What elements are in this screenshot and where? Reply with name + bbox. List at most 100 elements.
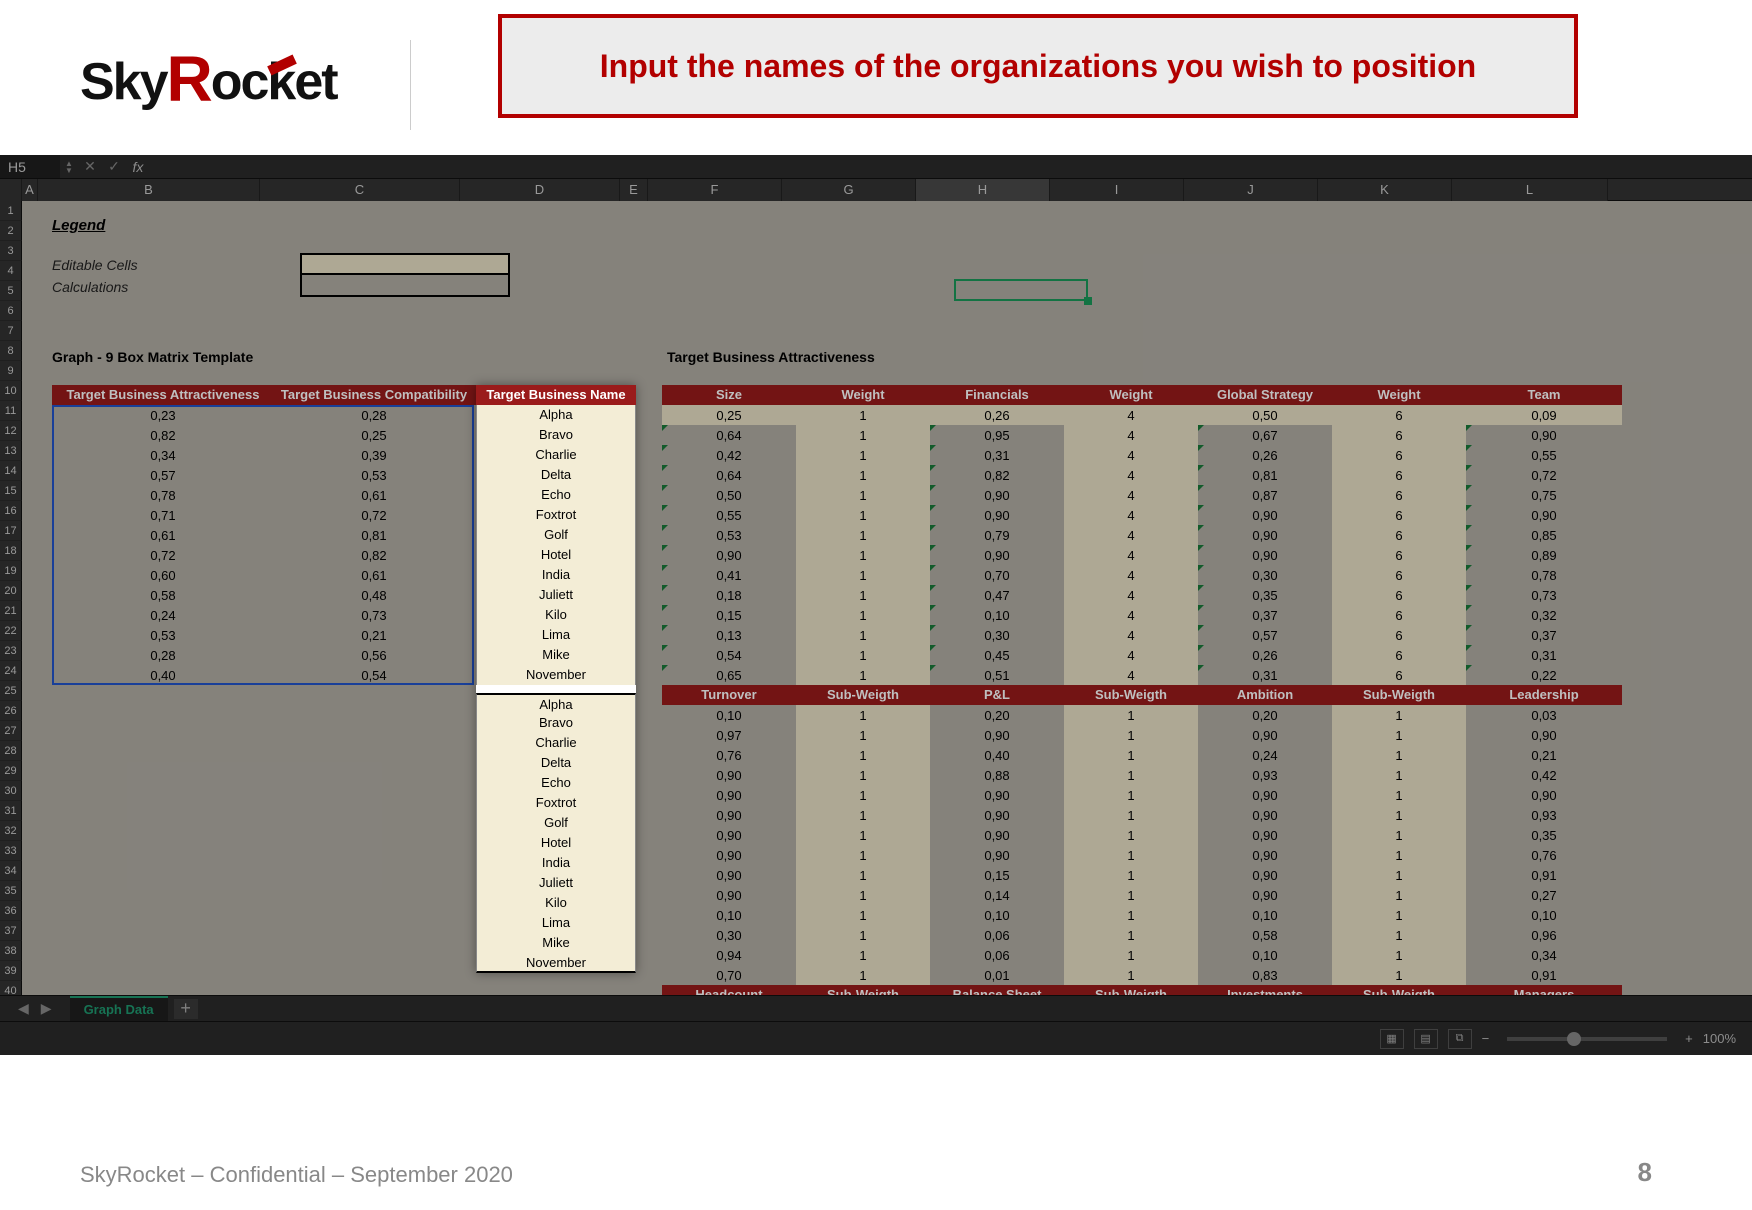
cell[interactable]: 0,30 [1198, 565, 1332, 585]
column-header-H[interactable]: H [916, 179, 1050, 201]
cell[interactable]: 0,76 [662, 745, 796, 765]
column-header-J[interactable]: J [1184, 179, 1318, 201]
cell[interactable]: 0,34 [1466, 945, 1622, 965]
cell[interactable]: 0,47 [930, 585, 1064, 605]
cell[interactable]: 0,90 [662, 885, 796, 905]
column-headers[interactable]: ABCDEFGHIJKL [0, 179, 1752, 201]
business-name-cell[interactable]: India [476, 565, 636, 585]
cell[interactable]: 0,78 [52, 485, 274, 505]
cell[interactable]: 1 [796, 945, 930, 965]
cell[interactable]: 1 [796, 625, 930, 645]
cell[interactable]: 0,09 [1466, 405, 1622, 425]
column-header-G[interactable]: G [782, 179, 916, 201]
cell[interactable]: 0,90 [662, 765, 796, 785]
row-header-14[interactable]: 14 [0, 461, 22, 481]
cell[interactable]: 0,42 [662, 445, 796, 465]
cell[interactable]: 0,90 [930, 785, 1064, 805]
cell[interactable]: 0,90 [930, 805, 1064, 825]
column-header-L[interactable]: L [1452, 179, 1608, 201]
business-name-cell[interactable]: Lima [476, 913, 636, 933]
row-header-31[interactable]: 31 [0, 801, 22, 821]
column-header-I[interactable]: I [1050, 179, 1184, 201]
cell[interactable]: 0,95 [930, 425, 1064, 445]
business-name-cell[interactable]: Alpha [476, 693, 636, 713]
cell[interactable]: 0,90 [662, 845, 796, 865]
cell[interactable]: 6 [1332, 465, 1466, 485]
cell[interactable]: 1 [1332, 785, 1466, 805]
cell[interactable]: 1 [1064, 705, 1198, 725]
highlighted-names-column[interactable]: Target Business NameAlphaBravoCharlieDel… [476, 385, 636, 973]
sheet-tab-active[interactable]: Graph Data [70, 996, 168, 1021]
cell[interactable]: 0,21 [1466, 745, 1622, 765]
cell[interactable]: 0,40 [52, 665, 274, 685]
cell[interactable]: 1 [796, 785, 930, 805]
cell[interactable]: 1 [1332, 945, 1466, 965]
column-header-K[interactable]: K [1318, 179, 1452, 201]
cell[interactable]: 1 [796, 925, 930, 945]
cell[interactable]: 1 [1064, 965, 1198, 985]
cell[interactable]: 0,25 [274, 425, 474, 445]
business-name-cell[interactable]: Golf [476, 525, 636, 545]
cell[interactable]: 0,24 [52, 605, 274, 625]
cell[interactable]: 0,31 [1466, 645, 1622, 665]
cell[interactable]: 1 [1064, 765, 1198, 785]
row-header-10[interactable]: 10 [0, 381, 22, 401]
cell[interactable]: 0,01 [930, 965, 1064, 985]
cell[interactable]: 0,10 [1466, 905, 1622, 925]
cell[interactable]: 0,72 [1466, 465, 1622, 485]
cell[interactable]: 0,10 [662, 705, 796, 725]
cell[interactable]: 1 [1064, 925, 1198, 945]
cell[interactable]: 0,70 [662, 965, 796, 985]
row-header-22[interactable]: 22 [0, 621, 22, 641]
row-header-24[interactable]: 24 [0, 661, 22, 681]
cell[interactable]: 0,90 [930, 505, 1064, 525]
cell[interactable]: 1 [1332, 845, 1466, 865]
view-pagebreak-icon[interactable]: ⧉ [1448, 1029, 1472, 1049]
business-name-cell[interactable]: Juliett [476, 873, 636, 893]
cell[interactable]: 0,24 [1198, 745, 1332, 765]
cell[interactable]: 1 [796, 865, 930, 885]
cell[interactable]: 1 [1064, 745, 1198, 765]
right-top-table[interactable]: 0,2510,2640,5060,090,6410,9540,6760,900,… [662, 405, 1622, 685]
cell[interactable]: 0,31 [1198, 665, 1332, 685]
cell[interactable]: 0,54 [662, 645, 796, 665]
row-header-4[interactable]: 4 [0, 261, 22, 281]
cell[interactable]: 1 [796, 565, 930, 585]
row-header-16[interactable]: 16 [0, 501, 22, 521]
business-name-cell[interactable]: Mike [476, 645, 636, 665]
cell[interactable]: 0,03 [1466, 705, 1622, 725]
cell[interactable]: 0,90 [1198, 725, 1332, 745]
business-name-cell[interactable]: Echo [476, 773, 636, 793]
cell[interactable]: 0,75 [1466, 485, 1622, 505]
cell[interactable]: 0,23 [52, 405, 274, 425]
cell[interactable]: 4 [1064, 405, 1198, 425]
cell[interactable]: 0,14 [930, 885, 1064, 905]
cell[interactable]: 0,26 [1198, 645, 1332, 665]
row-header-27[interactable]: 27 [0, 721, 22, 741]
cell[interactable]: 1 [1064, 905, 1198, 925]
cell[interactable]: 6 [1332, 665, 1466, 685]
cell[interactable]: 4 [1064, 665, 1198, 685]
cell[interactable]: 1 [796, 725, 930, 745]
cell[interactable]: 0,82 [274, 545, 474, 565]
row-header-19[interactable]: 19 [0, 561, 22, 581]
cell[interactable]: 1 [1064, 785, 1198, 805]
cell[interactable]: 0,82 [52, 425, 274, 445]
cell[interactable]: 1 [796, 425, 930, 445]
cell[interactable]: 1 [1064, 945, 1198, 965]
cell[interactable]: 0,20 [1198, 705, 1332, 725]
cell[interactable]: 0,88 [930, 765, 1064, 785]
cell[interactable]: 6 [1332, 445, 1466, 465]
cell[interactable]: 0,70 [930, 565, 1064, 585]
business-name-cell[interactable]: Charlie [476, 445, 636, 465]
cell[interactable]: 0,64 [662, 465, 796, 485]
cell[interactable]: 4 [1064, 585, 1198, 605]
row-header-2[interactable]: 2 [0, 221, 22, 241]
cell[interactable]: 0,48 [274, 585, 474, 605]
cell[interactable]: 0,90 [1466, 725, 1622, 745]
cell[interactable]: 1 [796, 965, 930, 985]
cell[interactable]: 0,90 [1198, 885, 1332, 905]
cell[interactable]: 6 [1332, 405, 1466, 425]
business-name-cell[interactable]: Lima [476, 625, 636, 645]
business-name-cell[interactable]: Bravo [476, 425, 636, 445]
